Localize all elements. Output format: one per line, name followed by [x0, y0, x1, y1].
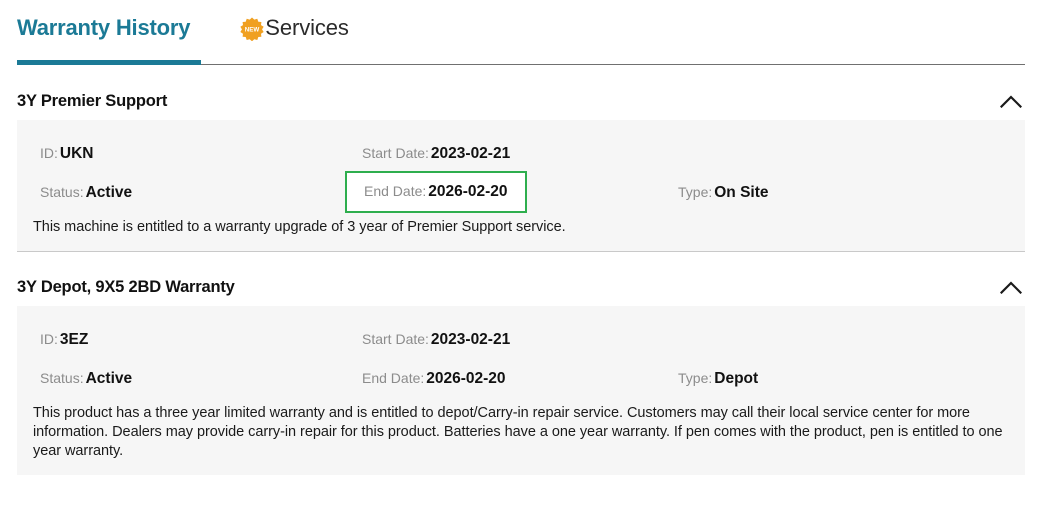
section-header-premier-support[interactable]: 3Y Premier Support [17, 82, 1025, 120]
field-id: ID: UKN [40, 145, 93, 163]
field-start-date-value: 2023-02-21 [430, 330, 511, 348]
field-status: Status: Active [40, 370, 132, 388]
details-row-1: ID: 3EZ Start Date: 2023-02-21 [17, 320, 1025, 359]
svg-text:NEW: NEW [245, 26, 260, 33]
section-header-depot[interactable]: 3Y Depot, 9X5 2BD Warranty [17, 268, 1025, 306]
details-row-1: ID: UKN Start Date: 2023-02-21 [17, 134, 1025, 173]
field-start-date-value: 2023-02-21 [430, 144, 511, 162]
details-row-2: Status: Active End Date: 2026-02-20 Type: D… [17, 359, 1025, 398]
section-title-depot: 3Y Depot, 9X5 2BD Warranty [17, 277, 235, 296]
warranty-details-panel-depot: ID: 3EZ Start Date: 2023-02-21 Status: Acti… [17, 306, 1025, 475]
tab-services-label: Services [265, 15, 349, 40]
warranty-section-depot: 3Y Depot, 9X5 2BD Warranty ID: 3EZ Start … [0, 268, 1042, 475]
field-status: Status: Active [40, 184, 132, 202]
tab-warranty-history[interactable]: Warranty History [17, 0, 190, 56]
field-end-date-label: End Date: [362, 369, 425, 386]
new-badge-icon: NEW [240, 17, 264, 41]
field-start-date: Start Date: 2023-02-21 [362, 145, 510, 163]
field-start-date-label: Start Date: [362, 330, 429, 347]
warranty-description-premier-support: This machine is entitled to a warranty u… [33, 219, 566, 235]
field-start-date: Start Date: 2023-02-21 [362, 331, 510, 349]
warranty-details-panel-premier-support: ID: UKN Start Date: 2023-02-21 Status: Acti… [17, 120, 1025, 251]
tab-active-indicator [17, 60, 201, 65]
tab-bar: Warranty History NEW Services [0, 0, 1042, 66]
field-status-value: Active [85, 369, 133, 387]
field-status-value: Active [85, 183, 133, 201]
tab-warranty-history-label: Warranty History [17, 15, 191, 40]
field-end-date-value: 2026-02-20 [426, 369, 506, 387]
warranty-history-page: Warranty History NEW Services 3Y Premier… [0, 0, 1042, 530]
field-id-value: 3EZ [59, 330, 89, 348]
chevron-up-icon[interactable] [997, 277, 1025, 297]
field-end-date: End Date: 2026-02-20 [362, 370, 506, 388]
field-end-date-label: End Date: [364, 183, 427, 199]
chevron-up-icon[interactable] [997, 91, 1025, 111]
field-type-value: On Site [714, 183, 769, 201]
field-status-label: Status: [40, 369, 84, 386]
tab-services[interactable]: NEW Services [240, 0, 349, 56]
warranty-description-depot: This product has a three year limited wa… [33, 405, 1003, 459]
field-type-label: Type: [678, 369, 713, 386]
field-start-date-label: Start Date: [362, 144, 429, 161]
section-divider [17, 251, 1025, 252]
field-id: ID: 3EZ [40, 331, 88, 349]
field-id-label: ID: [40, 330, 58, 347]
field-status-label: Status: [40, 183, 84, 200]
field-type: Type: On Site [678, 184, 769, 202]
section-title-premier-support: 3Y Premier Support [17, 91, 168, 110]
field-end-date: End Date: 2026-02-20 [364, 183, 508, 201]
field-end-date-highlighted[interactable]: End Date: 2026-02-20 [345, 171, 527, 213]
warranty-section-premier-support: 3Y Premier Support ID: UKN Start Date: 202… [0, 82, 1042, 251]
field-type-label: Type: [678, 183, 713, 200]
field-end-date-value: 2026-02-20 [428, 183, 508, 200]
field-id-value: UKN [59, 144, 94, 162]
field-type-value: Depot [714, 369, 759, 387]
details-row-2: Status: Active End Date: 2026-02-20 Type: O… [17, 171, 1025, 213]
field-type: Type: Depot [678, 370, 758, 388]
field-id-label: ID: [40, 144, 58, 161]
